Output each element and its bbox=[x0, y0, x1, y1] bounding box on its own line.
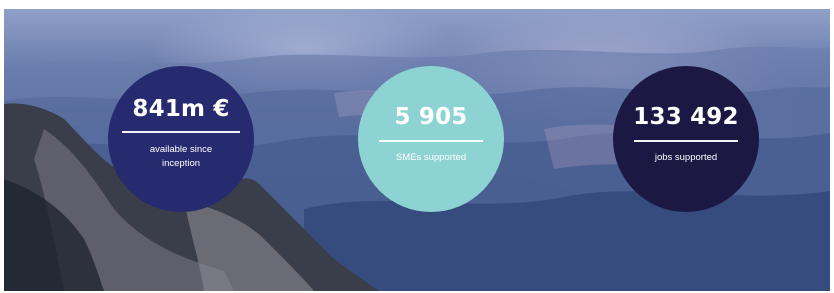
stat-value: 133 492 bbox=[633, 104, 739, 130]
stat-label: SMEs supported bbox=[395, 152, 467, 163]
hero-banner: 841m € available since inception 5 905 S… bbox=[4, 9, 830, 291]
stat-value: 841m € bbox=[132, 96, 230, 122]
stat-circle-jobs: 133 492 jobs supported bbox=[613, 66, 759, 212]
stat-divider bbox=[379, 140, 483, 142]
stat-circle-smes: 5 905 SMEs supported bbox=[358, 66, 504, 212]
stat-divider bbox=[122, 131, 240, 133]
stat-circle-funding: 841m € available since inception bbox=[108, 66, 254, 212]
stat-label: available since inception bbox=[149, 144, 213, 169]
stat-label: jobs supported bbox=[654, 152, 718, 163]
stat-divider bbox=[634, 140, 738, 142]
stat-value: 5 905 bbox=[394, 104, 468, 130]
